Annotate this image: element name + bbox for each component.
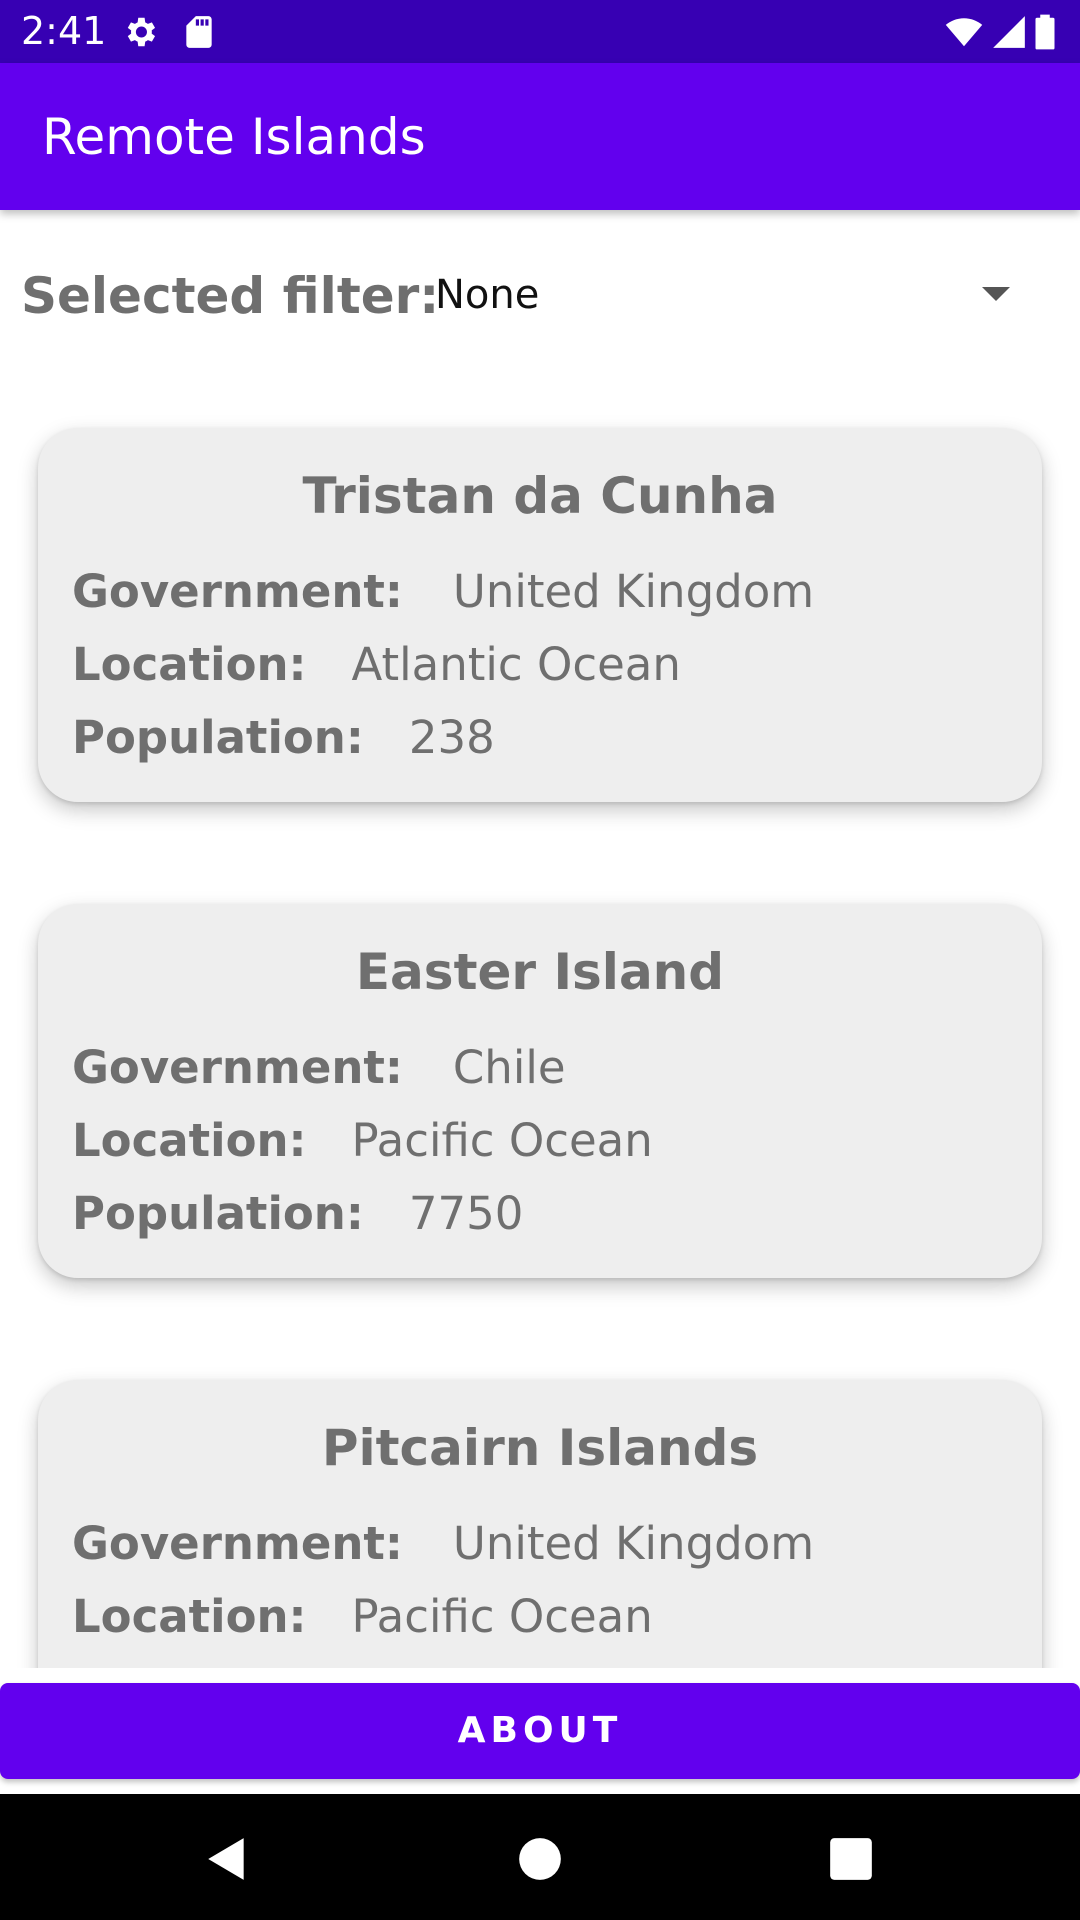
- government-row: Government: Chile: [72, 1040, 566, 1096]
- app-bar: Remote Islands: [0, 63, 1080, 210]
- population-row: Population: 7750: [72, 1186, 523, 1242]
- app-title: Remote Islands: [42, 108, 426, 166]
- location-label: Location:: [72, 1114, 307, 1167]
- population-value: 7750: [408, 1187, 524, 1240]
- filter-selected-value: None: [435, 272, 540, 318]
- settings-icon: [127, 17, 156, 47]
- location-label: Location:: [72, 638, 307, 691]
- status-bar: 2:41: [0, 0, 1080, 63]
- government-value: United Kingdom: [452, 565, 815, 618]
- location-row: Location: Pacific Ocean: [72, 1113, 653, 1169]
- sd-card-icon: [186, 16, 212, 48]
- filter-dropdown[interactable]: None: [400, 255, 1040, 335]
- signal-icon: [993, 16, 1025, 48]
- government-row: Government: United Kingdom: [72, 1516, 814, 1572]
- island-name: Easter Island: [355, 943, 725, 1001]
- location-row: Location: Pacific Ocean: [72, 1589, 653, 1645]
- island-name: Pitcairn Islands: [321, 1419, 759, 1477]
- government-row: Government: United Kingdom: [72, 564, 814, 620]
- recents-icon[interactable]: [826, 1834, 876, 1884]
- battery-icon: [1035, 14, 1055, 50]
- government-value: United Kingdom: [452, 1517, 815, 1570]
- navigation-bar: [0, 1794, 1080, 1920]
- location-value: Pacific Ocean: [351, 1590, 653, 1643]
- screen: 2:41 Remote Islands Selected filter: Non…: [0, 0, 1080, 1920]
- population-value: 238: [408, 711, 495, 764]
- government-label: Government:: [72, 565, 403, 618]
- island-card[interactable]: Easter Island Government: Chile Location:…: [38, 904, 1042, 1278]
- wifi-icon: [945, 18, 983, 47]
- government-label: Government:: [72, 1041, 403, 1094]
- dropdown-arrow-icon: [982, 287, 1010, 301]
- back-icon[interactable]: [202, 1834, 252, 1884]
- government-label: Government:: [72, 1517, 403, 1570]
- government-value: Chile: [452, 1041, 566, 1094]
- status-time: 2:41: [21, 9, 107, 53]
- island-name: Tristan da Cunha: [302, 467, 778, 525]
- location-value: Pacific Ocean: [351, 1114, 653, 1167]
- about-button[interactable]: ABOUT: [0, 1683, 1080, 1779]
- about-bar: ABOUT: [0, 1668, 1080, 1794]
- location-row: Location: Atlantic Ocean: [72, 637, 681, 693]
- home-icon[interactable]: [515, 1834, 565, 1884]
- population-label: Population:: [72, 711, 364, 764]
- island-card[interactable]: Tristan da Cunha Government: United Kingd…: [38, 428, 1042, 802]
- population-label: Population:: [72, 1187, 364, 1240]
- population-row: Population: 238: [72, 710, 495, 766]
- location-value: Atlantic Ocean: [351, 638, 681, 691]
- filter-label: Selected filter:: [21, 267, 440, 325]
- location-label: Location:: [72, 1590, 307, 1643]
